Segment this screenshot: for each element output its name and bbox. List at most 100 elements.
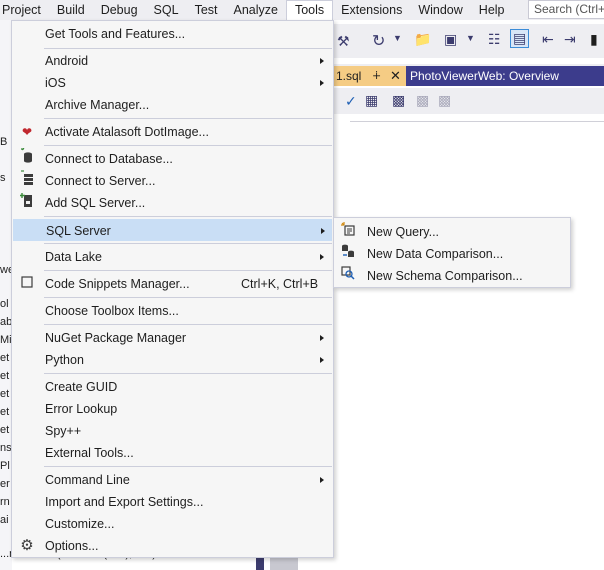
menu-help[interactable]: Help [471,0,513,20]
search-input[interactable]: Search (Ctrl+ [528,0,604,19]
menu-separator [44,118,332,119]
menu-item-label: Create GUID [45,380,118,394]
menu-item-data-lake[interactable]: Data Lake [13,246,332,268]
submenu-item-new-schema-comparison[interactable]: New Schema Comparison... [335,265,569,287]
menu-item-label: Archive Manager... [45,98,150,112]
menu-separator [44,48,332,49]
menu-separator [44,297,332,298]
menu-item-code-snippets[interactable]: Code Snippets Manager... Ctrl+K, Ctrl+B [13,273,332,295]
view-toggle-icon[interactable]: ▤ [510,29,530,48]
menu-item-spy[interactable]: Spy++ [13,420,332,442]
menu-item-options[interactable]: ⚙ Options... [13,535,332,557]
menu-item-connect-database[interactable]: Connect to Database... [13,147,332,170]
menu-item-label: Spy++ [45,424,82,438]
data-comparison-icon [339,243,357,265]
sql-server-submenu: New Query... New Data Comparison... New … [333,217,571,288]
check-icon[interactable]: ✓ [345,93,357,110]
menu-extensions[interactable]: Extensions [333,0,410,20]
menu-item-label: Activate Atalasoft DotImage... [45,125,209,139]
close-icon[interactable]: ✕ [390,66,401,86]
menu-item-label: Import and Export Settings... [45,495,204,509]
browser-icon[interactable]: ▣ [444,31,457,48]
menu-separator [44,216,332,217]
menu-window[interactable]: Window [410,0,470,20]
outdent-icon[interactable]: ⇤ [542,31,554,48]
panel-icon[interactable]: ▮ [590,31,598,48]
toolbar-tool-icon[interactable]: ⚒ [337,33,350,50]
editor-ruler [350,121,604,122]
menu-separator [44,270,332,271]
menu-project[interactable]: Project [0,0,49,20]
menu-item-label: Connect to Server... [45,174,156,188]
disconnect-icon[interactable]: ▩ [416,92,429,109]
menu-separator [44,324,332,325]
menu-bar: Project Build Debug SQL Test Analyze Too… [0,0,604,20]
chevron-down-icon[interactable]: ▼ [466,33,475,43]
menu-item-label: Customize... [45,517,115,531]
submenu-item-label: New Query... [367,225,440,239]
menu-item-label: External Tools... [45,446,134,460]
tab-sql-file[interactable]: 1.sql ∔ ✕ [334,66,406,86]
menu-tools[interactable]: Tools [285,0,334,20]
menu-item-label: iOS [45,76,66,90]
submenu-item-label: New Schema Comparison... [367,269,523,283]
chevron-down-icon[interactable]: ▼ [393,33,402,43]
menu-item-label: Command Line [45,473,130,487]
menu-item-create-guid[interactable]: Create GUID [13,376,332,398]
menu-item-customize[interactable]: Customize... [13,513,332,535]
menu-build[interactable]: Build [49,0,93,20]
menu-item-nuget[interactable]: NuGet Package Manager [13,327,332,349]
menu-test[interactable]: Test [187,0,226,20]
submenu-item-new-data-comparison[interactable]: New Data Comparison... [335,243,569,265]
change-connection-icon[interactable]: ▩ [438,92,451,109]
menu-analyze[interactable]: Analyze [226,0,286,20]
menu-item-label: Data Lake [45,250,102,264]
indent-icon[interactable]: ⇥ [564,31,576,48]
menu-item-label: Code Snippets Manager... [45,277,190,291]
menu-item-sql-server[interactable]: SQL Server [13,219,332,241]
menu-item-android[interactable]: Android [13,50,332,72]
menu-item-choose-toolbox[interactable]: Choose Toolbox Items... [13,300,332,322]
scrollbar-track[interactable] [270,556,298,570]
submenu-item-new-query[interactable]: New Query... [335,221,569,243]
execute-plan-icon[interactable]: ▦ [365,92,378,109]
menu-item-add-sql-server[interactable]: Add SQL Server... [13,192,332,214]
connect-icon[interactable]: ▩ [392,92,405,109]
menu-separator [44,373,332,374]
menu-sql[interactable]: SQL [146,0,187,20]
submenu-item-label: New Data Comparison... [367,247,504,261]
menu-item-import-export[interactable]: Import and Export Settings... [13,491,332,513]
menu-item-ios[interactable]: iOS [13,72,332,94]
tab-overview[interactable]: PhotoViewerWeb: Overview [406,66,604,86]
menu-item-label: Add SQL Server... [45,196,146,210]
refresh-icon[interactable]: ↻ [372,31,385,51]
tree-icon[interactable]: ☷ [488,31,501,48]
tools-menu: Get Tools and Features... Android iOS Ar… [11,20,334,558]
gear-icon: ⚙ [20,537,34,554]
menu-debug[interactable]: Debug [93,0,146,20]
menu-item-external-tools[interactable]: External Tools... [13,442,332,464]
menu-item-get-tools[interactable]: Get Tools and Features... [13,23,332,45]
folder-icon[interactable]: 📁 [414,31,431,48]
menu-separator [44,466,332,467]
menu-item-error-lookup[interactable]: Error Lookup [13,398,332,420]
menu-item-label: NuGet Package Manager [45,331,187,345]
menu-item-python[interactable]: Python [13,349,332,371]
menu-item-command-line[interactable]: Command Line [13,469,332,491]
submenu-arrow-icon [320,254,324,260]
menu-item-archive-manager[interactable]: Archive Manager... [13,94,332,116]
add-sql-server-icon [17,192,37,214]
menu-item-label: Python [45,353,84,367]
scrollbar-thumb[interactable] [256,556,264,570]
pin-icon[interactable]: ∔ [372,66,381,86]
menu-item-shortcut: Ctrl+K, Ctrl+B [241,277,319,291]
editor-area[interactable] [334,288,604,570]
menu-item-activate-atalasoft[interactable]: ❤ Activate Atalasoft DotImage... [13,121,332,143]
menu-item-label: Connect to Database... [45,152,173,166]
database-connect-icon [17,147,37,170]
new-query-icon [339,221,357,243]
menu-item-connect-server[interactable]: Connect to Server... [13,170,332,192]
menu-item-label: Get Tools and Features... [45,27,186,41]
submenu-arrow-icon [320,58,324,64]
submenu-arrow-icon [320,477,324,483]
